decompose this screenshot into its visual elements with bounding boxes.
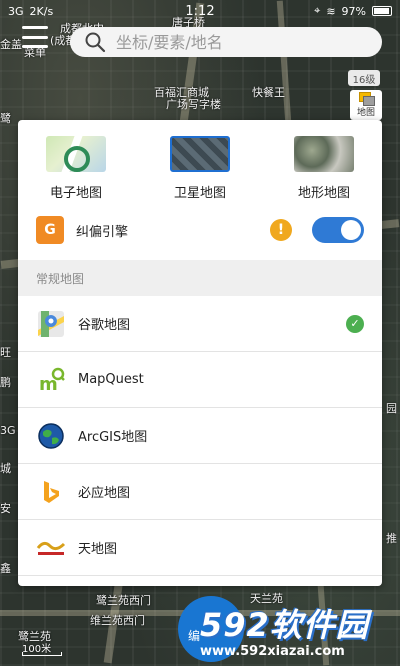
provider-name: ArcGIS地图 (78, 430, 148, 445)
provider-item-google[interactable]: 谷歌地图 ✓ (18, 296, 382, 352)
engine-label: 纠偏引擎 (76, 224, 129, 240)
location-icon: ⌖ (314, 4, 321, 17)
provider-name: 天地图 (78, 542, 118, 557)
search-input[interactable] (116, 32, 356, 52)
provider-name: 谷歌地图 (78, 318, 131, 333)
edit-button-label: 编 (188, 629, 201, 643)
electronic-map-thumb-icon (46, 136, 106, 172)
warning-icon[interactable]: ! (270, 219, 292, 241)
map-label: 鹏 (0, 376, 11, 389)
terrain-map-thumb-icon (294, 136, 354, 172)
map-label: 广场写字楼 (166, 98, 221, 111)
provider-item-mapquest[interactable]: m MapQuest (18, 352, 382, 408)
scale-bar (22, 652, 62, 656)
map-type-satellite[interactable]: 卫星地图 (158, 136, 242, 202)
mapquest-icon: m (36, 365, 66, 395)
signal-indicator: 3G (8, 4, 24, 18)
status-time: 1:12 (185, 3, 215, 19)
toggle-knob (341, 220, 361, 240)
provider-item-arcgis[interactable]: ArcGIS地图 (18, 408, 382, 464)
provider-item-bing[interactable]: 必应地图 (18, 464, 382, 520)
section-header: 常规地图 (18, 260, 382, 296)
provider-list: 谷歌地图 ✓ m MapQuest ArcGIS地图 必应地图 天地图 (18, 296, 382, 576)
map-source-panel: 电子地图 卫星地图 地形地图 G 纠偏引擎 ! 常规地图 谷歌地图 ✓ m Ma… (18, 120, 382, 586)
map-type-electronic[interactable]: 电子地图 (34, 136, 118, 202)
map-type-selector: 电子地图 卫星地图 地形地图 (18, 120, 382, 202)
provider-name: 必应地图 (78, 486, 131, 501)
satellite-map-thumb-icon (170, 136, 230, 172)
map-label: 安 (0, 502, 11, 515)
menu-icon-line (22, 35, 48, 39)
watermark-url: www.592xiazai.com (200, 644, 345, 659)
map-label: 旺 (0, 346, 11, 359)
wifi-icon: ≋ (326, 4, 336, 18)
arcgis-globe-icon (36, 421, 66, 451)
status-bar: 3G 2K/s 1:12 ⌖ ≋ 97% (0, 0, 400, 22)
engine-toggle[interactable] (312, 217, 364, 243)
google-maps-icon (36, 309, 66, 339)
map-label: 城 (0, 462, 11, 475)
engine-icon: G (36, 216, 64, 244)
map-type-label: 地形地图 (297, 186, 350, 201)
battery-icon (372, 6, 392, 16)
map-type-terrain[interactable]: 地形地图 (282, 136, 366, 202)
watermark-title: 592软件园 (200, 606, 369, 644)
provider-item-tianditu[interactable]: 天地图 (18, 520, 382, 576)
search-icon (84, 31, 106, 53)
correction-engine-row: G 纠偏引擎 ! (18, 210, 382, 250)
map-label: 鑫 (0, 562, 11, 575)
map-label: 鹭 (0, 112, 11, 125)
map-type-label: 电子地图 (49, 186, 102, 201)
menu-icon-line (22, 26, 48, 29)
layers-icon (359, 92, 375, 106)
tianditu-icon (36, 533, 66, 563)
check-icon: ✓ (346, 314, 364, 333)
network-speed: 2K/s (29, 4, 54, 18)
menu-button[interactable] (22, 26, 48, 48)
watermark: 592软件园 www.592xiazai.com (200, 600, 396, 659)
map-label: 维兰苑西门 (90, 614, 145, 627)
layer-switch-button[interactable]: 地图 (350, 90, 382, 120)
zoom-level-badge: 16级 (348, 70, 380, 86)
map-label: 3G (0, 424, 16, 437)
map-label: 园 (386, 402, 397, 415)
provider-name: MapQuest (78, 372, 144, 387)
search-bar[interactable] (70, 27, 382, 57)
bing-icon (36, 477, 66, 507)
battery-percent: 97% (341, 4, 366, 18)
layer-button-label: 地图 (356, 108, 375, 118)
map-label: 推 (386, 532, 397, 545)
map-type-label: 卫星地图 (173, 186, 226, 201)
menu-icon-line (22, 45, 48, 48)
map-label: 金盖 (0, 38, 22, 51)
map-label: 快餐王 (252, 86, 285, 99)
map-label: 鹭兰苑西门 (96, 594, 151, 607)
